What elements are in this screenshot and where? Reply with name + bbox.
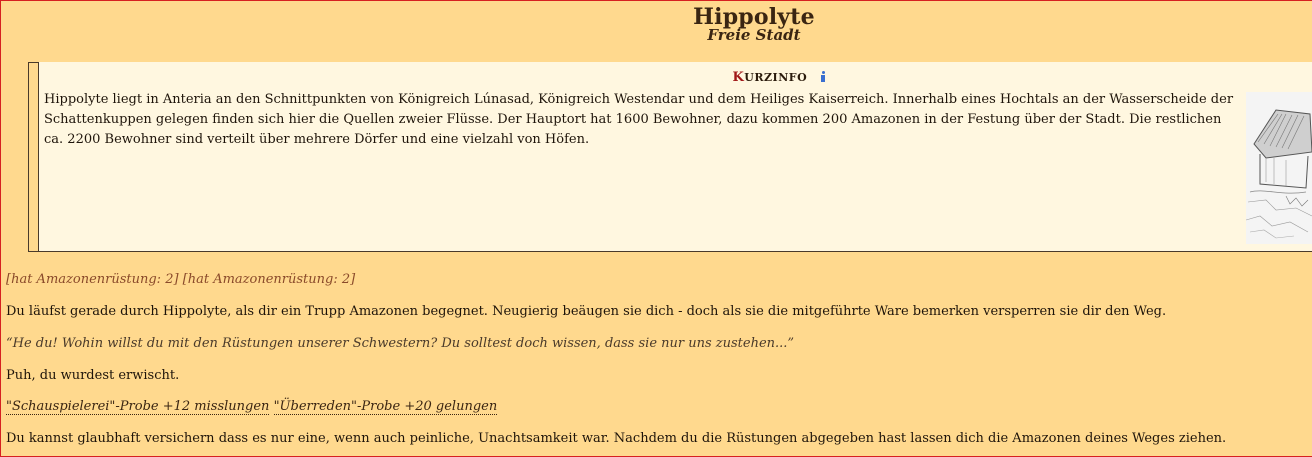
- kurzinfo-title-rest: URZINFO: [744, 71, 808, 84]
- skill-check-ueberreden[interactable]: "Überreden"-Probe +20 gelungen: [273, 399, 498, 415]
- location-subtitle: Freie Stadt: [707, 26, 801, 44]
- town-sketch-image: [1246, 92, 1312, 244]
- info-icon[interactable]: [820, 71, 826, 82]
- story-paragraph-2: Puh, du wurdest erwischt.: [6, 368, 180, 383]
- house-sketch-icon: [1246, 92, 1312, 244]
- skill-check-schauspielerei[interactable]: "Schauspielerei"-Probe +12 misslungen: [6, 399, 270, 415]
- story-paragraph-1: Du läufst gerade durch Hippolyte, als di…: [6, 304, 1167, 319]
- story-paragraph-3: Du kannst glaubhaft versichern dass es n…: [6, 431, 1227, 446]
- inventory-tag-line: [hat Amazonenrüstung: 2] [hat Amazonenrü…: [6, 272, 356, 287]
- kurzinfo-text: Hippolyte liegt in Anteria an den Schnit…: [44, 92, 1234, 147]
- kurzinfo-heading: KURZINFO: [39, 70, 1312, 85]
- kurzinfo-box: KURZINFO Hippolyte liegt in Anteria an d…: [38, 62, 1312, 252]
- amazon-quote: “He du! Wohin willst du mit den Rüstunge…: [6, 336, 795, 351]
- location-header: Hippolyte Freie Stadt: [0, 0, 1312, 60]
- skill-check-line: "Schauspielerei"-Probe +12 misslungen "Ü…: [6, 398, 1306, 416]
- kurzinfo-initial: K: [732, 70, 745, 85]
